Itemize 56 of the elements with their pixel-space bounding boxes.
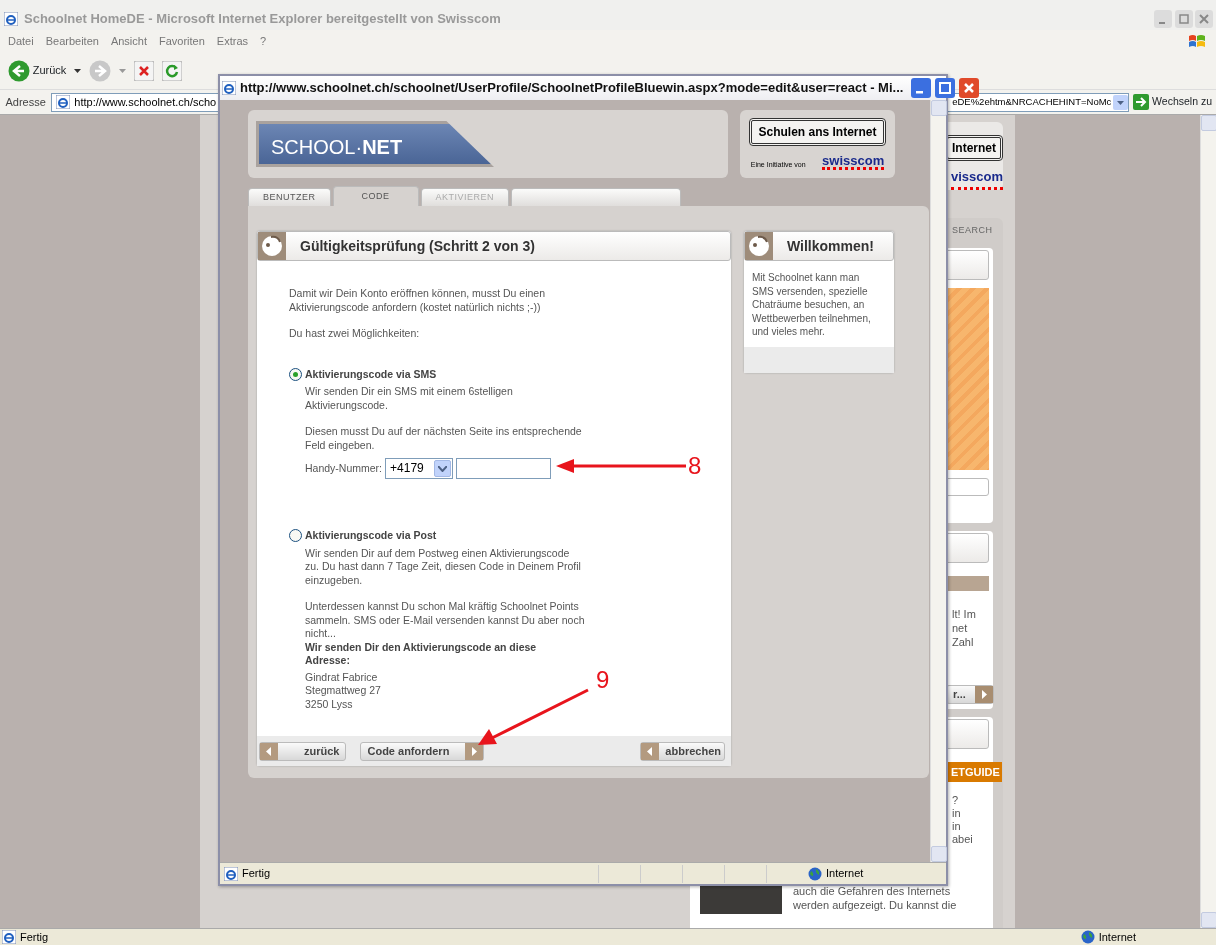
window-title: Schoolnet HomeDE - Microsoft Internet Explorer bereitgestellt von Swisscom xyxy=(24,10,501,29)
menu-item[interactable]: Datei xyxy=(8,32,34,50)
back-button[interactable]: Zurück xyxy=(8,59,67,82)
annotation-label: 9 xyxy=(596,668,610,692)
nav-button[interactable]: Code anfordern xyxy=(360,741,485,761)
status-text: Fertig xyxy=(242,866,271,882)
paragraph: Unterdessen kannst Du schon Mal kräftig Schoolnet Points sammeln. SMS oder E-Mail versenden kannst Du aber noch nicht... xyxy=(305,600,585,641)
prefix-dropdown[interactable]: +4179 xyxy=(385,458,454,479)
address-label: Adresse xyxy=(4,94,47,110)
text-line: in xyxy=(952,807,962,820)
status-text: Fertig xyxy=(20,929,49,945)
more-button[interactable]: r... xyxy=(946,685,994,704)
url-text: eDE%2ehtm&NRCACHEHINT=NoMc xyxy=(952,94,1112,109)
text-line: werden aufgezeigt. Du kannst die xyxy=(793,898,957,912)
text-line: Zahl xyxy=(952,635,975,649)
paragraph: Damit wir Dein Konto eröffnen können, musst Du einen Aktivierungscode anfordern (kostet natürlich nichts ;-)) xyxy=(289,287,547,314)
annotation-label: 8 xyxy=(688,454,702,478)
go-button[interactable]: Wechseln zu xyxy=(1133,94,1216,110)
menu-item[interactable]: Bearbeiten xyxy=(45,32,99,50)
menu-item[interactable]: ? xyxy=(260,32,267,50)
paragraph: Wir senden Dir ein SMS mit einem 6stelligen Aktivierungscode. xyxy=(305,385,514,412)
address-line: 3250 Lyss xyxy=(305,697,353,711)
option-label: Aktivierungscode via Post xyxy=(305,529,437,543)
text-line: net xyxy=(952,621,969,635)
text-line: auch die Gefahren des Internets xyxy=(793,884,952,898)
zone-text: Internet xyxy=(1098,929,1136,945)
text-line: abei xyxy=(952,833,974,846)
card-title: Gültigkeitsprüfung (Schritt 2 von 3) xyxy=(300,236,535,256)
text-line: in xyxy=(952,820,962,833)
menu-item[interactable]: Favoriten xyxy=(159,32,205,50)
zone-text: Internet xyxy=(826,866,865,882)
text-line: ? xyxy=(952,794,960,807)
tab[interactable]: CODE xyxy=(332,186,419,206)
nav-button[interactable]: abbrechen xyxy=(640,741,725,761)
header-button[interactable]: Internet xyxy=(945,135,1003,161)
tab[interactable]: BENUTZER xyxy=(248,188,331,206)
paragraph: Wir senden Dir auf dem Postweg einen Aktivierungscode zu. Du hast dann 7 Tage Zeit, diesen Code in Deinem Profil einzugeben. xyxy=(305,546,582,587)
paragraph: Du hast zwei Möglichkeiten: xyxy=(289,327,421,341)
paragraph: Mit Schoolnet kann man SMS versenden, spezielle Chaträume besuchen, an Wettbewerben teilnehmen, und vieles mehr. xyxy=(752,271,872,339)
url-text: http://www.schoolnet.ch/scho xyxy=(74,94,217,110)
site-logo: SCHOOL·NET xyxy=(256,121,494,167)
search-tab[interactable]: SEARCH xyxy=(952,224,993,240)
text-line: lt! Im xyxy=(952,607,977,621)
address-heading: Wir senden Dir den Aktivierungscode an diese Adresse: xyxy=(305,640,538,668)
menu-item[interactable]: Extras xyxy=(216,32,249,50)
menu-item[interactable]: Ansicht xyxy=(110,32,147,50)
header-button[interactable]: Schulen ans Internet xyxy=(749,118,886,146)
nav-button[interactable]: zurück xyxy=(259,741,347,761)
field-label: Handy-Nummer: xyxy=(305,461,383,476)
card-title: Willkommen! xyxy=(787,236,874,256)
address-line: Stegmattweg 27 xyxy=(305,684,381,698)
window-title: http://www.schoolnet.ch/schoolnet/UserProfile/SchoolnetProfileBluewin.aspx?mode=edit&user=react - Mi... xyxy=(240,79,904,98)
brand-logo: swisscom xyxy=(822,154,885,170)
paragraph: Diesen musst Du auf der nächsten Seite ins entsprechende Feld eingeben. xyxy=(305,425,583,452)
option-label: Aktivierungscode via SMS xyxy=(305,367,437,381)
address-line: Gindrat Fabrice xyxy=(305,670,378,684)
